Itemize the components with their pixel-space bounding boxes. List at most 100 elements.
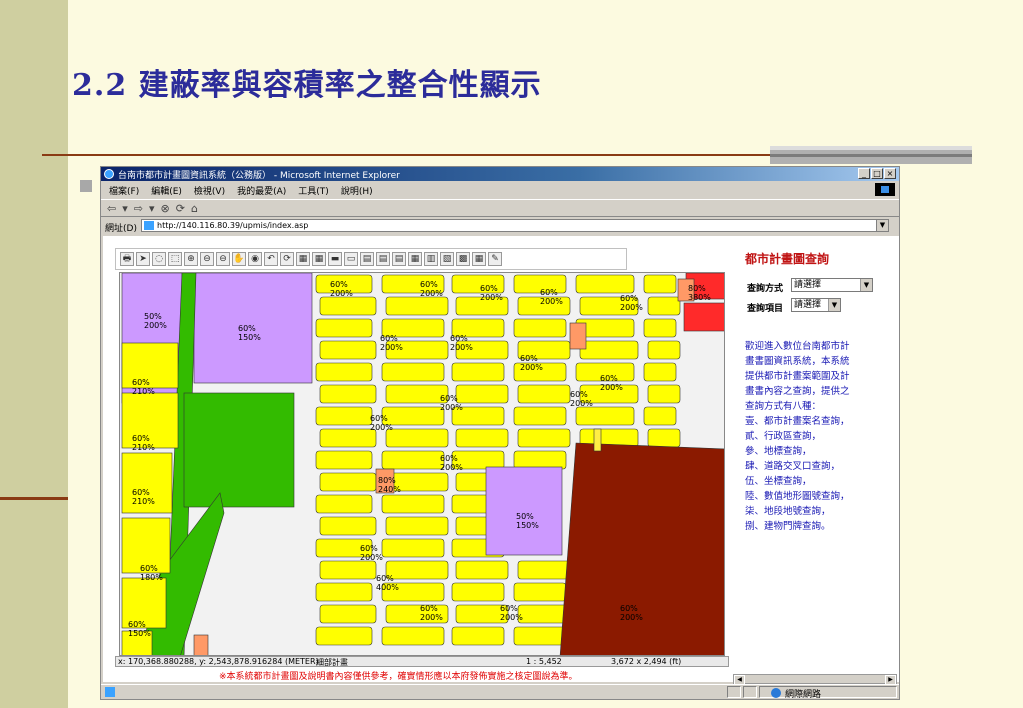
residential-parcel[interactable] (319, 560, 377, 580)
residential-parcel[interactable] (385, 296, 449, 316)
gis-tool-icon[interactable]: ✋ (232, 252, 246, 266)
residential-parcel[interactable] (575, 274, 635, 294)
gis-tool-icon[interactable]: ▦ (312, 252, 326, 266)
residential-parcel[interactable] (575, 406, 635, 426)
gis-tool-icon[interactable]: ⊖ (200, 252, 214, 266)
residential-parcel[interactable] (319, 340, 377, 360)
menu-view[interactable]: 檢視(V) (194, 184, 225, 197)
gis-tool-icon[interactable]: ⊖ (216, 252, 230, 266)
address-dropdown-icon[interactable]: ▼ (876, 220, 888, 231)
gis-tool-icon[interactable]: ▬ (328, 252, 342, 266)
back-icon[interactable]: ⇦ (107, 202, 116, 215)
residential-parcel[interactable] (319, 604, 377, 624)
residential-parcel[interactable] (315, 626, 373, 646)
residential-parcel[interactable] (319, 516, 377, 536)
menu-help[interactable]: 說明(H) (341, 184, 373, 197)
gis-tool-icon[interactable]: ↶ (264, 252, 278, 266)
gis-tool-icon[interactable]: ▤ (376, 252, 390, 266)
help-line: 查詢方式有八種： (745, 401, 822, 412)
gis-tool-icon[interactable]: ▦ (296, 252, 310, 266)
gis-tool-icon[interactable]: ◉ (248, 252, 262, 266)
gis-tool-icon[interactable]: ▤ (360, 252, 374, 266)
residential-parcel[interactable] (381, 450, 445, 470)
gis-tool-icon[interactable]: ▦ (472, 252, 486, 266)
residential-parcel[interactable] (315, 494, 373, 514)
residential-parcel[interactable] (381, 362, 445, 382)
residential-parcel[interactable] (451, 362, 505, 382)
gis-tool-icon[interactable]: ⊕ (184, 252, 198, 266)
forward-icon[interactable]: ⇨ (134, 202, 143, 215)
gis-tool-icon[interactable]: ⟳ (280, 252, 294, 266)
residential-parcel[interactable] (517, 560, 571, 580)
query-method-select[interactable]: 請選擇 ▼ (791, 278, 873, 292)
residential-parcel[interactable] (451, 582, 505, 602)
gis-tool-icon[interactable]: ▧ (440, 252, 454, 266)
residential-parcel[interactable] (455, 384, 509, 404)
zoning-map[interactable]: 60% 200% 60% 200% 60% 200% 60% 200% 60% 200% 50% 20… (119, 272, 725, 656)
residential-parcel[interactable] (647, 384, 681, 404)
residential-parcel[interactable] (517, 604, 571, 624)
residential-parcel[interactable] (385, 516, 449, 536)
residential-parcel[interactable] (455, 560, 509, 580)
residential-parcel[interactable] (315, 582, 373, 602)
coverage-ratio-label: 50% (144, 312, 162, 321)
home-icon[interactable]: ⌂ (191, 202, 198, 215)
gis-tool-icon[interactable]: ▤ (392, 252, 406, 266)
residential-parcel[interactable] (319, 384, 377, 404)
gis-tool-icon[interactable]: ▦ (408, 252, 422, 266)
residential-parcel[interactable] (513, 406, 567, 426)
residential-parcel[interactable] (319, 428, 377, 448)
residential-parcel[interactable] (315, 362, 373, 382)
menu-tools[interactable]: 工具(T) (298, 184, 329, 197)
gis-tool-icon[interactable]: ◌ (152, 252, 166, 266)
residential-parcel[interactable] (315, 406, 373, 426)
gis-tool-icon[interactable]: 🖶 (120, 252, 134, 266)
residential-parcel[interactable] (513, 318, 567, 338)
residential-parcel[interactable] (381, 626, 445, 646)
residential-parcel[interactable] (647, 296, 681, 316)
gis-tool-icon[interactable]: ▥ (424, 252, 438, 266)
residential-parcel[interactable] (315, 318, 373, 338)
residential-parcel[interactable] (647, 428, 681, 448)
query-item-select[interactable]: 請選擇 ▼ (791, 298, 841, 312)
residential-parcel[interactable] (643, 406, 677, 426)
residential-parcel[interactable] (513, 450, 567, 470)
close-button[interactable]: × (884, 168, 896, 179)
gis-tool-icon[interactable]: ▩ (456, 252, 470, 266)
residential-parcel[interactable] (647, 340, 681, 360)
residential-parcel[interactable] (451, 626, 505, 646)
residential-parcel[interactable] (381, 494, 445, 514)
gis-tool-icon[interactable]: ✎ (488, 252, 502, 266)
residential-parcel[interactable] (319, 472, 377, 492)
residential-parcel[interactable] (517, 428, 571, 448)
residential-parcel[interactable] (513, 626, 567, 646)
menu-file[interactable]: 檔案(F) (109, 184, 139, 197)
residential-parcel[interactable] (381, 538, 445, 558)
residential-parcel[interactable] (517, 384, 571, 404)
residential-parcel[interactable] (643, 274, 677, 294)
address-input[interactable]: http://140.116.80.39/upmis/index.asp ▼ (141, 219, 889, 232)
residential-parcel[interactable] (319, 296, 377, 316)
residential-parcel[interactable] (455, 428, 509, 448)
residential-parcel[interactable] (513, 582, 567, 602)
back-dropdown-icon[interactable]: ▾ (122, 202, 128, 215)
gis-tool-icon[interactable]: ⬚ (168, 252, 182, 266)
residential-parcel[interactable] (579, 340, 639, 360)
residential-parcel[interactable] (385, 428, 449, 448)
stop-icon[interactable]: ⊗ (161, 202, 170, 215)
maximize-button[interactable]: □ (871, 168, 883, 179)
residential-parcel[interactable] (643, 362, 677, 382)
window-titlebar[interactable]: 台南市都市計畫圖資訊系統（公務版） - Microsoft Internet E… (101, 167, 899, 181)
menu-favorites[interactable]: 我的最愛(A) (237, 184, 286, 197)
refresh-icon[interactable]: ⟳ (176, 202, 185, 215)
residential-parcel[interactable] (315, 450, 373, 470)
gis-tool-icon[interactable]: ▭ (344, 252, 358, 266)
horizontal-scrollbar[interactable]: ◀ ▶ (733, 674, 897, 685)
forward-dropdown-icon[interactable]: ▾ (149, 202, 155, 215)
gis-tool-icon[interactable]: ➤ (136, 252, 150, 266)
residential-parcel[interactable] (643, 318, 677, 338)
minimize-button[interactable]: _ (858, 168, 870, 179)
residential-parcel[interactable] (385, 384, 449, 404)
menu-edit[interactable]: 編輯(E) (151, 184, 182, 197)
residential-parcel[interactable] (385, 560, 449, 580)
